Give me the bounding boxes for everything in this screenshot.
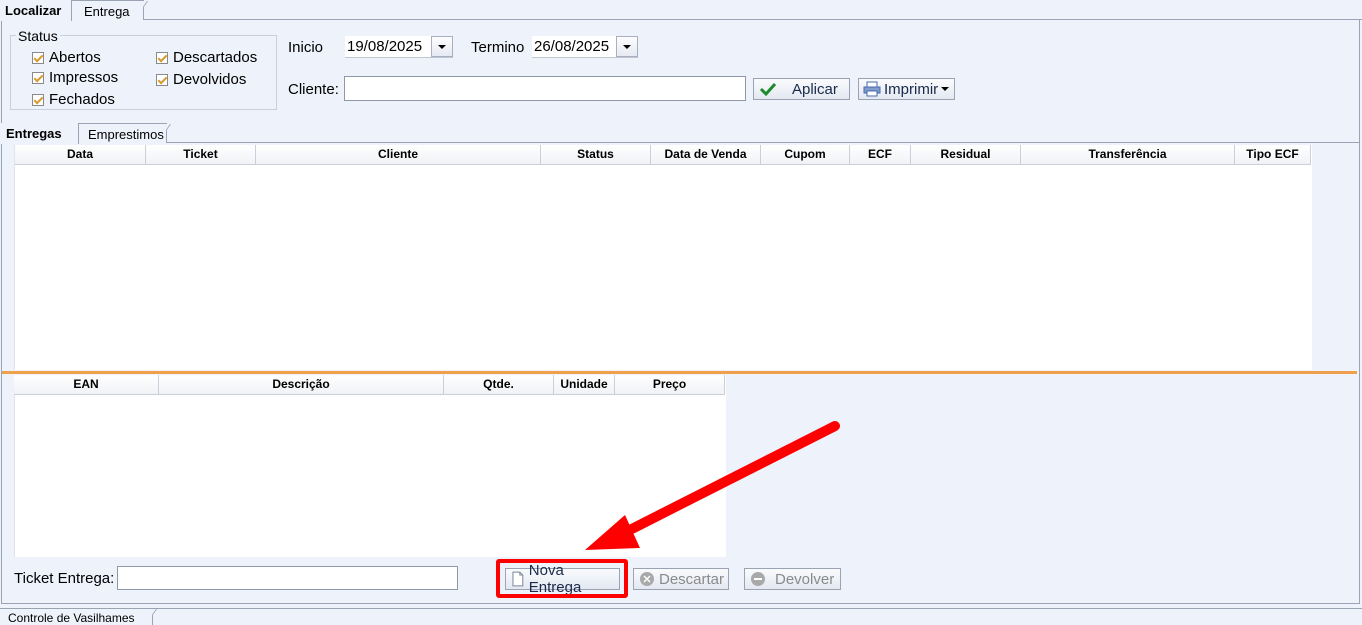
column-header-data[interactable]: Data (15, 145, 146, 165)
inicio-label: Inicio (288, 39, 324, 56)
cliente-input[interactable] (344, 76, 746, 101)
entregas-grid[interactable]: Data Ticket Cliente Status Data de Venda… (2, 145, 1312, 370)
tab-entrega[interactable]: Entrega (72, 0, 144, 20)
printer-icon (863, 81, 881, 97)
termino-date-picker[interactable]: 26/08/2025 (532, 36, 638, 58)
tab-controle-de-vasilhames[interactable]: Controle de Vasilhames (0, 609, 153, 625)
column-header-residual[interactable]: Residual (911, 145, 1021, 165)
column-header-descricao[interactable]: Descrição (159, 375, 444, 395)
ticket-entrega-input[interactable] (117, 566, 458, 590)
tab-emprestimos[interactable]: Emprestimos (79, 123, 167, 143)
inicio-date-picker[interactable]: 19/08/2025 (345, 36, 453, 58)
aplicar-button[interactable]: Aplicar (753, 78, 850, 100)
checkbox-checked-icon (156, 73, 168, 86)
dropdown-arrow-icon (941, 87, 950, 91)
column-header-qtde[interactable]: Qtde. (444, 375, 554, 395)
column-header-ean[interactable]: EAN (14, 375, 159, 395)
chevron-down-icon[interactable] (431, 36, 453, 57)
column-header-transferencia[interactable]: Transferência (1021, 145, 1235, 165)
bottom-tab-bar: Controle de Vasilhames (0, 608, 1362, 625)
ticket-entrega-label: Ticket Entrega: (14, 570, 115, 587)
column-header-data-de-venda[interactable]: Data de Venda (651, 145, 761, 165)
chevron-down-icon[interactable] (616, 36, 638, 57)
checkbox-impressos[interactable]: Impressos (32, 69, 118, 86)
checkbox-checked-icon (32, 71, 44, 84)
status-legend: Status (16, 28, 60, 44)
highlight-box (496, 559, 628, 598)
column-header-status[interactable]: Status (541, 145, 651, 165)
devolver-button[interactable]: Devolver (744, 568, 841, 590)
descartar-button[interactable]: Descartar (633, 568, 729, 590)
top-tab-bar: Localizar Entrega (0, 0, 1362, 21)
minus-circle-icon (751, 572, 765, 586)
checkbox-checked-icon (32, 51, 44, 64)
row-indicator-column (2, 145, 15, 370)
column-header-preco[interactable]: Preço (615, 375, 725, 395)
termino-label: Termino (471, 39, 525, 56)
checkmark-icon (759, 82, 777, 97)
column-header-ticket[interactable]: Ticket (146, 145, 256, 165)
checkbox-checked-icon (156, 51, 168, 64)
cliente-label: Cliente: (288, 81, 339, 98)
entregas-grid-header: Data Ticket Cliente Status Data de Venda… (15, 145, 1311, 165)
column-header-tipo-ecf[interactable]: Tipo ECF (1235, 145, 1311, 165)
column-header-unidade[interactable]: Unidade (554, 375, 615, 395)
column-header-cupom[interactable]: Cupom (761, 145, 850, 165)
mid-tab-bar: Entregas Emprestimos (1, 123, 1359, 144)
checkbox-checked-icon (32, 93, 44, 106)
itens-grid-header: EAN Descrição Qtde. Unidade Preço (14, 375, 725, 395)
discard-icon (640, 572, 654, 586)
row-indicator-column (2, 375, 15, 557)
checkbox-devolvidos[interactable]: Devolvidos (156, 71, 246, 88)
tab-entregas[interactable]: Entregas (1, 123, 79, 144)
checkbox-descartados[interactable]: Descartados (156, 49, 257, 66)
tab-localizar[interactable]: Localizar (0, 0, 72, 21)
checkbox-abertos[interactable]: Abertos (32, 49, 101, 66)
column-header-ecf[interactable]: ECF (850, 145, 911, 165)
imprimir-button[interactable]: Imprimir (858, 78, 955, 100)
checkbox-fechados[interactable]: Fechados (32, 91, 115, 108)
horizontal-splitter[interactable] (2, 371, 1357, 374)
annotation-arrow (585, 421, 840, 550)
column-header-cliente[interactable]: Cliente (256, 145, 541, 165)
